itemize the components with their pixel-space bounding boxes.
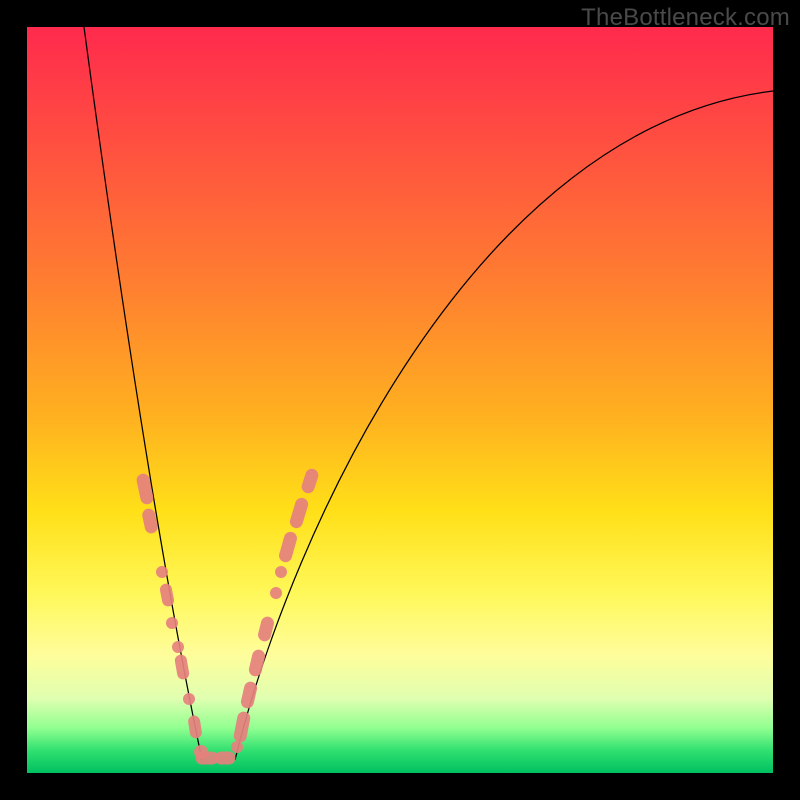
- marker-right-0: [231, 741, 243, 753]
- marker-right-8: [289, 497, 309, 529]
- curve-right: [235, 91, 773, 760]
- marker-left-4: [166, 617, 178, 629]
- marker-right-9: [301, 468, 320, 495]
- chart-plot-area: [27, 27, 773, 773]
- marker-right-3: [248, 649, 266, 677]
- marker-left-2: [156, 566, 168, 578]
- chart-svg: [27, 27, 773, 773]
- chart-markers: [136, 468, 319, 764]
- marker-right-1: [233, 711, 251, 743]
- marker-right-6: [275, 566, 287, 578]
- marker-left-3: [160, 583, 175, 607]
- marker-bottom-1: [215, 752, 235, 764]
- marker-left-5: [172, 641, 184, 653]
- marker-left-8: [188, 715, 202, 738]
- curve-left: [84, 27, 202, 760]
- marker-left-7: [183, 693, 195, 705]
- chart-curves: [84, 27, 773, 760]
- marker-left-0: [136, 473, 154, 505]
- marker-left-6: [174, 654, 189, 680]
- marker-right-2: [240, 681, 258, 709]
- marker-right-7: [278, 531, 298, 563]
- watermark-text: TheBottleneck.com: [581, 4, 790, 32]
- marker-right-5: [270, 587, 282, 599]
